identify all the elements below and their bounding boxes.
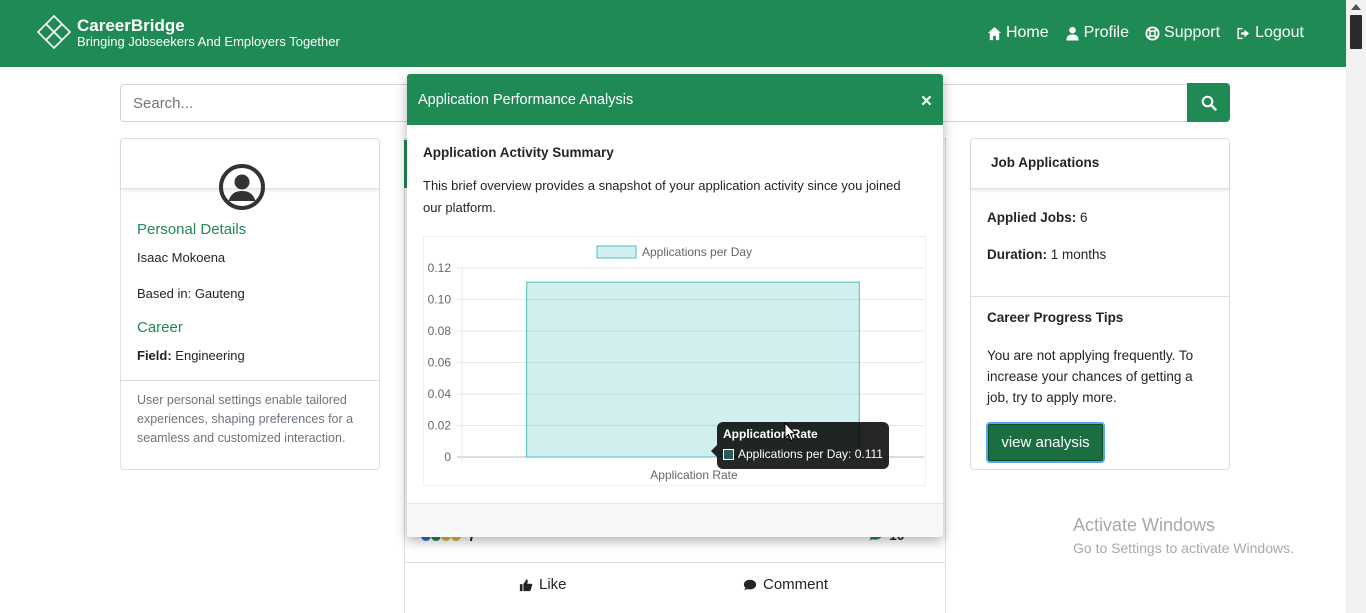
career-heading: Career [137,319,183,336]
brand-tagline: Bringing Jobseekers And Employers Togeth… [77,34,340,49]
personal-details-heading: Personal Details [137,221,247,238]
job-applications-title: Job Applications [971,139,1229,189]
brand[interactable]: CareerBridge Bringing Jobseekers And Emp… [35,13,340,51]
career-tips-text: You are not applying frequently. To incr… [987,348,1194,405]
nav-logout-label: Logout [1255,24,1304,41]
y-tick-label: 0 [444,450,451,464]
scroll-up-arrow-icon[interactable] [1351,4,1361,10]
sign-out-icon [1237,27,1250,39]
search-icon [1201,95,1217,111]
comment-label: Comment [763,576,829,593]
comment-button[interactable]: Comment [743,576,828,593]
comment-icon [743,579,757,590]
brand-logo-icon [36,14,72,50]
y-tick-label: 0.06 [428,356,452,370]
nav-support-label: Support [1164,24,1221,41]
modal-title: Application Performance Analysis [418,91,634,108]
analysis-modal: Application Performance Analysis × Appli… [407,74,943,537]
location-value: Gauteng [194,286,245,301]
nav-home-label: Home [1005,24,1049,41]
modal-footer [407,503,943,537]
modal-description: This brief overview provides a snapshot … [423,178,901,215]
user-location: Based in: Gauteng [137,286,245,301]
y-tick-label: 0.02 [428,419,452,433]
y-tick-label: 0.10 [428,293,452,307]
feed-divider [404,562,946,563]
card-divider [971,296,1229,297]
legend-label: Applications per Day [642,245,752,259]
page-scrollbar[interactable] [1346,0,1366,613]
user-field: Field: Engineering [137,348,245,363]
tooltip-title: Application Rate [723,427,818,441]
applied-jobs: Applied Jobs: 6 [987,210,1088,225]
search-button[interactable] [1187,83,1230,122]
duration: Duration: 1 months [987,247,1106,262]
tooltip-value: Applications per Day: 0.111 [738,447,883,461]
y-tick-label: 0.12 [428,261,452,275]
user-icon [1066,26,1079,41]
user-name: Isaac Mokoena [137,250,226,265]
tooltip-caret [711,445,717,457]
location-label: Based in: [137,286,192,301]
close-icon[interactable]: × [921,91,932,113]
like-label: Like [539,576,567,593]
activate-windows-subtitle: Go to Settings to activate Windows. [1073,540,1294,556]
career-tips-title: Career Progress Tips [987,310,1124,325]
tooltip-row: Applications per Day: 0.111 [723,447,883,461]
modal-subtitle: Application Activity Summary [423,145,614,160]
home-icon [987,26,1002,40]
application-rate-chart: 0 0.02 0.04 0.06 0.08 0.10 0.12 Applications p… [423,236,926,486]
field-value: Engineering [175,348,245,363]
chart-tooltip: Application Rate Applications per Day: 0… [711,422,889,469]
view-analysis-button[interactable]: view analysis [986,422,1105,463]
x-category-label: Application Rate [650,468,738,482]
nav-support[interactable]: Support [1145,24,1220,42]
legend-swatch [596,245,637,259]
nav-home[interactable]: Home [987,24,1049,42]
lifebuoy-icon [1145,25,1160,41]
y-tick-label: 0.04 [428,387,452,401]
thumbs-up-icon [519,578,533,591]
nav-logout[interactable]: Logout [1236,24,1304,42]
modal-header: Application Performance Analysis × [407,74,943,125]
nav-profile[interactable]: Profile [1065,24,1129,42]
activate-windows-title: Activate Windows [1073,515,1216,535]
profile-card: Personal Details Isaac Mokoena Based in:… [120,138,380,470]
mouse-cursor-icon [784,422,797,442]
activate-windows-watermark: Activate Windows Go to Settings to activ… [1073,515,1294,556]
duration-value: 1 months [1050,247,1107,262]
job-applications-card: Job Applications Applied Jobs: 6 Duratio… [970,138,1230,470]
applied-jobs-label: Applied Jobs: [987,210,1077,225]
brand-name: CareerBridge [77,16,185,35]
avatar-icon [219,164,265,210]
scroll-thumb[interactable] [1350,15,1362,49]
y-tick-label: 0.08 [428,324,452,338]
like-button[interactable]: Like [519,576,567,593]
field-label: Field: [137,348,172,363]
applied-jobs-value: 6 [1080,210,1088,225]
duration-label: Duration: [987,247,1047,262]
modal-body: Application Activity Summary This brief … [407,125,943,239]
profile-card-footer-note: User personal settings enable tailored e… [121,380,379,458]
nav-profile-label: Profile [1083,24,1130,41]
tooltip-swatch [723,448,734,460]
top-navbar: CareerBridge Bringing Jobseekers And Emp… [0,0,1346,67]
